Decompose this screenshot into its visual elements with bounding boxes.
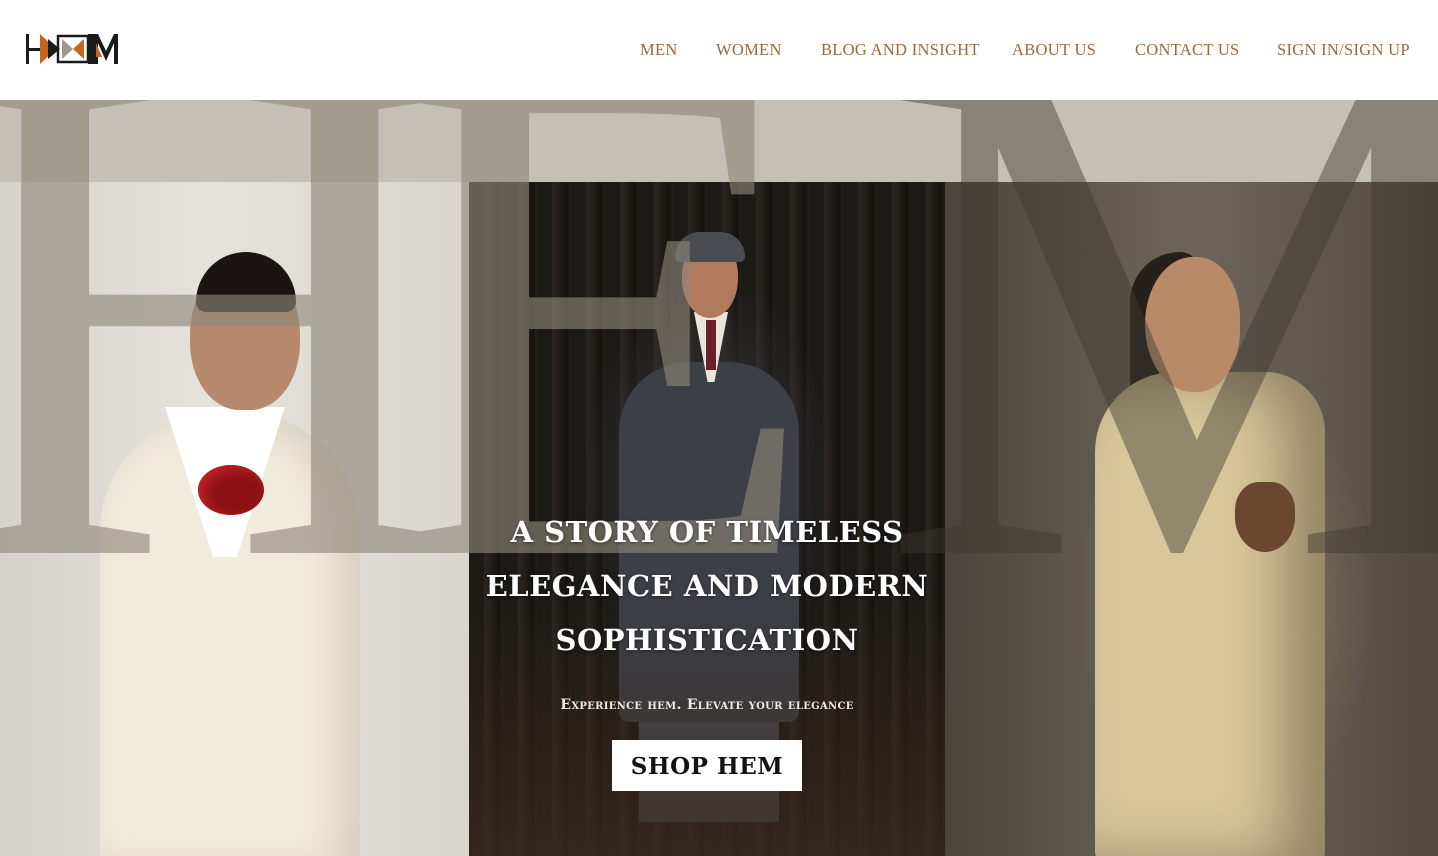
hero-image-woman-rose: [0, 182, 469, 856]
hero-section: H E M A STORY OF TIMELESS ELEGANCE AND M…: [0, 100, 1438, 856]
hero-title-line: SOPHISTICATION: [555, 623, 859, 657]
main-nav: MEN WOMEN BLOG AND INSIGHT ABOUT US CONT…: [0, 0, 1438, 100]
woman-hair: [196, 252, 296, 312]
man-tie: [706, 320, 716, 370]
man-flat-cap: [675, 232, 745, 262]
hero-image-woman-flower: [945, 182, 1438, 856]
hero-subtitle: Experience hem. Elevate your elegance: [560, 697, 854, 713]
hero-title-line: ELEGANCE AND MODERN: [485, 569, 929, 603]
woman-suit-figure: [1095, 372, 1325, 856]
site-header: MEN WOMEN BLOG AND INSIGHT ABOUT US CONT…: [0, 0, 1438, 100]
nav-men[interactable]: MEN: [640, 40, 678, 60]
nav-about-us[interactable]: ABOUT US: [1012, 40, 1096, 60]
nav-women[interactable]: WOMEN: [716, 40, 782, 60]
red-rose: [198, 465, 264, 515]
nav-sign-in-sign-up[interactable]: SIGN IN/SIGN UP: [1277, 40, 1410, 60]
woman-head: [1145, 257, 1240, 392]
hero-title-line: A STORY OF TIMELESS: [510, 515, 904, 549]
hero-title: A STORY OF TIMELESS ELEGANCE AND MODERN …: [469, 505, 945, 667]
nav-contact-us[interactable]: CONTACT US: [1135, 40, 1240, 60]
hero-copy: A STORY OF TIMELESS ELEGANCE AND MODERN …: [469, 505, 945, 791]
dried-flower: [1235, 482, 1295, 552]
nav-blog-and-insight[interactable]: BLOG AND INSIGHT: [821, 40, 980, 60]
shop-hem-button[interactable]: SHOP HEM: [612, 740, 802, 791]
